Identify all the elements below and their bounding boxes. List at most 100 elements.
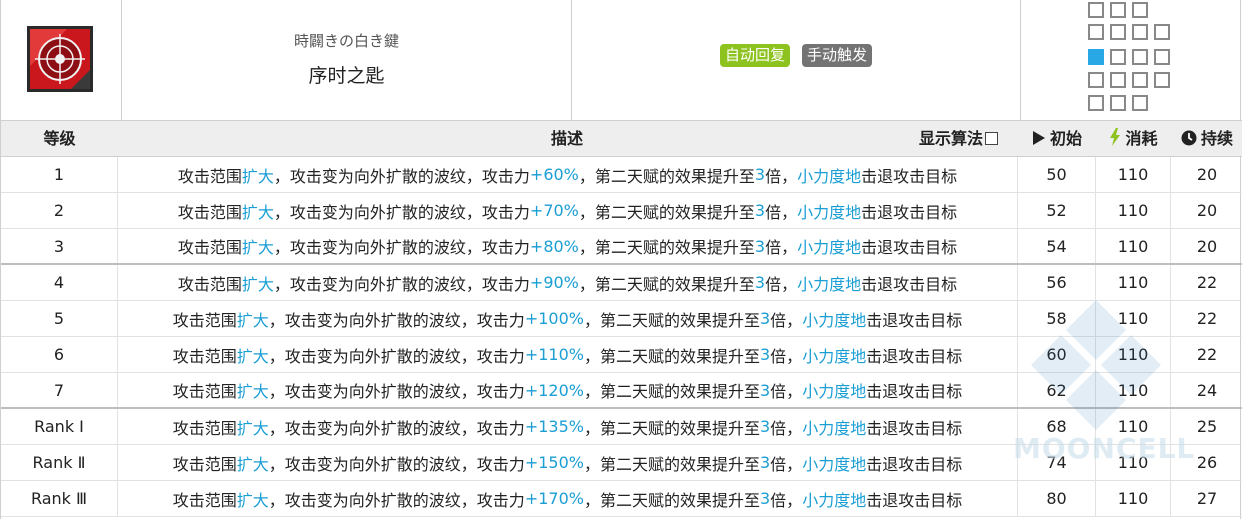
- row-duration: 20: [1196, 165, 1218, 184]
- desc-highlight: 扩大: [241, 202, 274, 222]
- desc-atk-value: +60%: [529, 165, 579, 184]
- desc-highlight: 扩大: [236, 418, 269, 438]
- header-init-label: 初始: [1049, 129, 1082, 148]
- desc-part: 倍，: [770, 346, 803, 366]
- desc-part: 攻击范围: [172, 382, 237, 401]
- desc-part: ，第二天赋的效果提升至: [578, 202, 755, 222]
- desc-part: 攻击范围: [177, 274, 242, 294]
- desc-part: ，第二天赋的效果提升至: [578, 238, 755, 257]
- desc-atk-value: +80%: [529, 236, 579, 256]
- desc-part: ，第二天赋的效果提升至: [583, 310, 760, 330]
- desc-highlight: 扩大: [236, 454, 269, 474]
- desc-part: ，攻击变为向外扩散的波纹，攻击力: [268, 418, 525, 438]
- row-cost: 110: [1096, 337, 1171, 372]
- desc-highlight: 扩大: [236, 490, 269, 510]
- desc-part: 倍，: [770, 310, 803, 330]
- row-level: 2: [1, 193, 118, 228]
- header-cost: 消耗: [1096, 121, 1171, 156]
- desc-highlight: 小力度地: [802, 418, 867, 438]
- desc-highlight: 3: [754, 165, 766, 184]
- desc-part: 攻击范围: [172, 454, 237, 474]
- row-desc: 攻击范围 扩大 ，攻击变为向外扩散的波纹，攻击力 +120% ，第二天赋的效果提升至 3 倍…: [118, 373, 1018, 407]
- row-init: 58: [1018, 301, 1096, 336]
- desc-atk-value: +120%: [524, 380, 584, 400]
- row-init: 56: [1018, 265, 1096, 300]
- show-algo-label: 显示算法: [919, 129, 984, 148]
- desc-highlight: 小力度地: [797, 238, 862, 257]
- row-cost: 110: [1096, 193, 1171, 228]
- row-desc: 攻击范围 扩大 ，攻击变为向外扩散的波纹，攻击力 +150% ，第二天赋的效果提升至 3 倍…: [118, 445, 1018, 480]
- skill-crosshair-icon: [27, 26, 93, 92]
- row-duration: 20: [1196, 201, 1218, 220]
- skill-name-jp: 時闢きの白き鍵: [293, 32, 399, 50]
- table-row: 6 攻击范围 扩大 ，攻击变为向外扩散的波纹，攻击力 +110% ，第二天赋的效果提升至 3…: [1, 337, 1242, 373]
- desc-part: ，攻击变为向外扩散的波纹，攻击力: [268, 346, 525, 366]
- desc-part: 倍，: [770, 418, 803, 438]
- desc-part: ，攻击变为向外扩散的波纹，攻击力: [268, 490, 525, 510]
- desc-highlight: 扩大: [241, 274, 274, 294]
- header-desc: 描述: [550, 129, 583, 148]
- row-desc: 攻击范围 扩大 ，攻击变为向外扩散的波纹，攻击力 +60% ，第二天赋的效果提升至 3 倍，…: [118, 157, 1018, 192]
- table-row: 1 攻击范围 扩大 ，攻击变为向外扩散的波纹，攻击力 +60% ，第二天赋的效果提升至 3 倍…: [1, 157, 1242, 193]
- table-row: Rank Ⅲ 攻击范围 扩大 ，攻击变为向外扩散的波纹，攻击力 +170% ，第二天赋的效…: [1, 481, 1242, 517]
- desc-highlight: 小力度地: [802, 490, 867, 510]
- show-algo-checkbox[interactable]: [985, 132, 999, 145]
- desc-part: ，攻击变为向外扩散的波纹，攻击力: [273, 238, 530, 257]
- row-duration: 22: [1196, 309, 1218, 328]
- row-cost: 110: [1096, 481, 1171, 516]
- lightning-icon: [1110, 128, 1121, 146]
- play-icon: [1032, 131, 1045, 145]
- row-init: 60: [1018, 337, 1096, 372]
- desc-highlight: 小力度地: [802, 346, 867, 366]
- desc-part: 击退攻击目标: [866, 418, 963, 438]
- desc-part: 攻击范围: [177, 238, 242, 257]
- row-level: 4: [1, 265, 118, 300]
- table-row: 2 攻击范围 扩大 ，攻击变为向外扩散的波纹，攻击力 +70% ，第二天赋的效果提升至 3 倍…: [1, 193, 1242, 229]
- row-cost: 110: [1096, 373, 1171, 407]
- desc-part: 攻击范围: [172, 346, 237, 366]
- desc-part: 击退攻击目标: [866, 310, 963, 330]
- desc-highlight: 3: [754, 273, 766, 292]
- desc-highlight: 3: [759, 453, 771, 472]
- row-init: 50: [1018, 157, 1096, 192]
- desc-atk-value: +100%: [524, 309, 584, 328]
- row-desc: 攻击范围 扩大 ，攻击变为向外扩散的波纹，攻击力 +80% ，第二天赋的效果提升至 3 倍，…: [118, 229, 1018, 263]
- desc-highlight: 小力度地: [797, 166, 862, 186]
- desc-highlight: 扩大: [236, 346, 269, 366]
- skill-name-cn: 序时之匙: [308, 65, 385, 87]
- desc-part: ，攻击变为向外扩散的波纹，攻击力: [273, 166, 530, 186]
- row-duration: 22: [1196, 273, 1218, 292]
- desc-part: 击退攻击目标: [861, 274, 958, 294]
- header-duration-label: 持续: [1200, 129, 1233, 148]
- desc-atk-value: +110%: [524, 345, 584, 364]
- desc-highlight: 3: [754, 236, 766, 256]
- desc-atk-value: +135%: [524, 417, 584, 436]
- desc-part: 击退攻击目标: [866, 346, 963, 366]
- header-duration: 持续: [1171, 121, 1242, 156]
- desc-part: ，攻击变为向外扩散的波纹，攻击力: [268, 454, 525, 474]
- desc-highlight: 3: [759, 489, 771, 508]
- row-level: 6: [1, 337, 118, 372]
- table-row: 4 攻击范围 扩大 ，攻击变为向外扩散的波纹，攻击力 +90% ，第二天赋的效果提升至 3 倍…: [1, 265, 1242, 301]
- desc-part: 倍，: [765, 202, 798, 222]
- skill-name-cell: 時闢きの白き鍵 序时之匙: [122, 0, 572, 121]
- row-level: 7: [1, 373, 118, 407]
- row-duration: 20: [1196, 236, 1218, 256]
- desc-part: 倍，: [765, 166, 798, 186]
- skill-tags: 自动回复 手动触发: [572, 44, 1020, 67]
- row-level: 3: [1, 229, 118, 263]
- row-cost: 110: [1096, 229, 1171, 263]
- row-duration: 27: [1196, 489, 1218, 508]
- show-algo-toggle[interactable]: 显示算法: [919, 121, 999, 156]
- skill-tags-cell: 自动回复 手动触发: [572, 0, 1021, 121]
- row-cost: 110: [1096, 157, 1171, 192]
- desc-part: ，第二天赋的效果提升至: [583, 418, 760, 438]
- desc-part: 击退攻击目标: [866, 454, 963, 474]
- row-duration: 22: [1196, 345, 1218, 364]
- desc-part: 倍，: [765, 238, 798, 257]
- desc-part: 攻击范围: [172, 418, 237, 438]
- row-init: 52: [1018, 193, 1096, 228]
- desc-atk-value: +90%: [529, 273, 579, 292]
- row-desc: 攻击范围 扩大 ，攻击变为向外扩散的波纹，攻击力 +100% ，第二天赋的效果提升至 3 倍…: [118, 301, 1018, 336]
- desc-part: ，攻击变为向外扩散的波纹，攻击力: [273, 202, 530, 222]
